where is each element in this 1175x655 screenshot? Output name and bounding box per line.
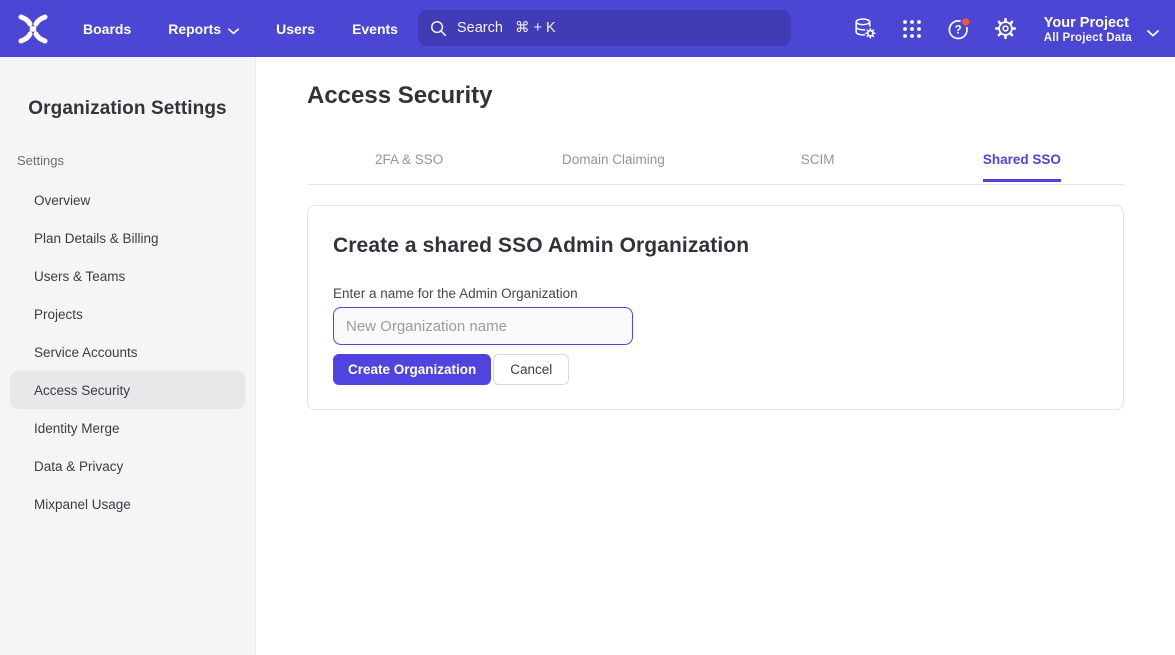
create-sso-org-card: Create a shared SSO Admin Organization E… [307,205,1124,410]
sidebar-item-plan-details-billing[interactable]: Plan Details & Billing [10,219,245,257]
tab-bar: 2FA & SSO Domain Claiming SCIM Shared SS… [307,139,1124,185]
sidebar-section-label: Settings [17,153,255,168]
tab-scim[interactable]: SCIM [716,139,920,184]
settings-gear-button[interactable] [993,16,1019,42]
nav-item-reports[interactable]: Reports [168,20,239,38]
sidebar-item-access-security[interactable]: Access Security [10,371,245,409]
project-scope: All Project Data [1044,32,1132,44]
apps-grid-button[interactable] [899,16,925,42]
magnifier-icon [429,19,448,38]
nav-item-events[interactable]: Events [352,21,398,37]
sidebar-title: Organization Settings [0,98,255,120]
nav-item-label: Reports [168,21,221,37]
project-switcher[interactable]: Your Project All Project Data [1044,14,1159,44]
navbar-right-group: ? Your Proj [852,0,1159,57]
tab-label: Domain Claiming [562,152,665,182]
org-name-input[interactable] [333,307,633,345]
tab-label: 2FA & SSO [375,152,443,182]
button-row: Create Organization Cancel [333,354,1098,385]
settings-sidebar: Organization Settings Settings Overview … [0,57,256,655]
chevron-down-icon [1147,24,1159,42]
nav-item-label: Events [352,21,398,37]
tab-label: SCIM [801,152,835,182]
nav-item-label: Users [276,21,315,37]
sidebar-item-data-privacy[interactable]: Data & Privacy [10,447,245,485]
search-input[interactable]: Search ⌘ + K [418,10,791,46]
sidebar-item-overview[interactable]: Overview [10,181,245,219]
card-title: Create a shared SSO Admin Organization [333,234,1098,258]
top-navbar: Boards Reports Users Events Search ⌘ + K [0,0,1175,57]
help-button[interactable]: ? [946,16,972,42]
cancel-button[interactable]: Cancel [493,354,569,385]
notification-dot [961,17,970,26]
main-content: Access Security 2FA & SSO Domain Claimin… [256,57,1175,655]
tab-2fa-sso[interactable]: 2FA & SSO [307,139,511,184]
project-name: Your Project [1044,14,1132,32]
mixpanel-logo-icon[interactable] [15,13,51,45]
nav-item-boards[interactable]: Boards [83,21,131,37]
sidebar-item-identity-merge[interactable]: Identity Merge [10,409,245,447]
search-shortcut: ⌘ + K [515,20,556,36]
tab-label: Shared SSO [983,152,1061,182]
create-organization-button[interactable]: Create Organization [333,354,491,385]
primary-nav: Boards Reports Users Events [83,20,398,38]
nav-item-label: Boards [83,21,131,37]
sidebar-item-projects[interactable]: Projects [10,295,245,333]
svg-text:?: ? [954,25,961,37]
sidebar-item-users-teams[interactable]: Users & Teams [10,257,245,295]
tab-domain-claiming[interactable]: Domain Claiming [511,139,715,184]
page-title: Access Security [307,82,1175,110]
sidebar-item-mixpanel-usage[interactable]: Mixpanel Usage [10,485,245,523]
search-placeholder: Search [457,20,503,36]
sidebar-item-service-accounts[interactable]: Service Accounts [10,333,245,371]
nav-item-users[interactable]: Users [276,21,315,37]
chevron-down-icon [228,22,239,38]
org-name-field-label: Enter a name for the Admin Organization [333,286,1098,301]
data-management-button[interactable] [852,16,878,42]
tab-shared-sso[interactable]: Shared SSO [920,139,1124,184]
sidebar-nav: Overview Plan Details & Billing Users & … [0,181,255,523]
